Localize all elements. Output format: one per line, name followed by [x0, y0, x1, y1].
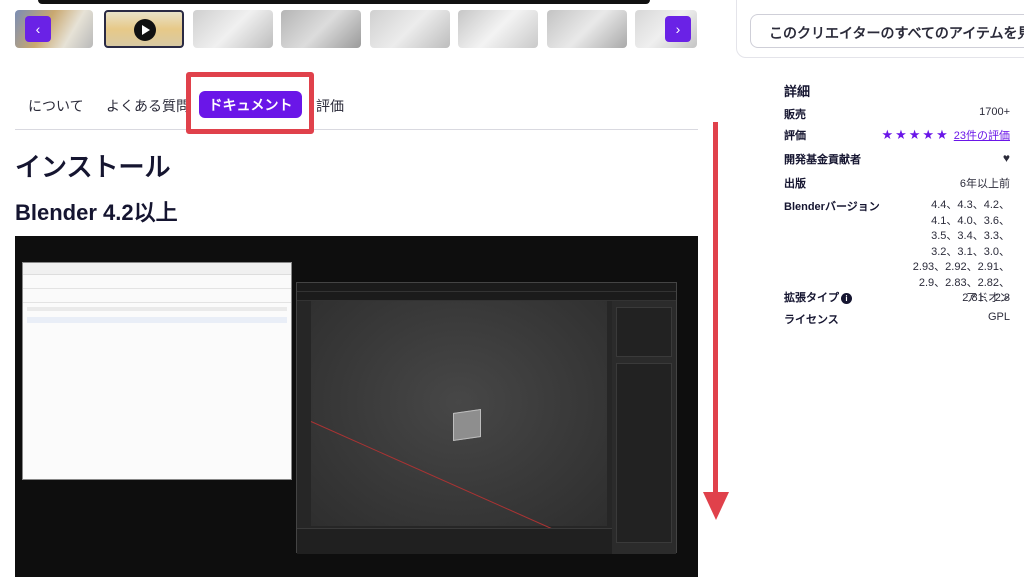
explorer-titlebar [23, 263, 291, 275]
thumbnail[interactable] [193, 10, 273, 48]
chevron-right-icon: › [675, 21, 681, 37]
gallery-prev-button[interactable]: ‹ [25, 16, 51, 42]
blender-window [296, 282, 677, 554]
published-value: 6年以上前 [959, 178, 1010, 190]
annotation-arrow-head [703, 492, 729, 520]
annotation-arrow-shaft [713, 122, 718, 497]
gallery-next-button[interactable]: › [665, 16, 691, 42]
explorer-column-headers [27, 307, 287, 311]
published-label: 出版 [784, 178, 806, 190]
blender-version-label: Blenderバージョン [784, 201, 880, 213]
info-icon[interactable]: i [841, 292, 852, 304]
page-heading: インストール [15, 152, 171, 182]
default-cube [453, 409, 481, 441]
fund-label: 開発基金貢献者 [784, 154, 861, 166]
thumbnail[interactable] [547, 10, 627, 48]
file-explorer-window [22, 262, 292, 480]
view-all-creator-items-button[interactable]: このクリエイターのすべてのアイテムを見る [750, 14, 1024, 48]
tab-about[interactable]: について [28, 96, 84, 116]
extension-type-label: 拡張タイプ i [784, 289, 852, 305]
extension-type-value: アドオン [966, 292, 1010, 304]
blender-viewport [310, 301, 607, 543]
gallery-top-edge [38, 0, 650, 4]
blender-header [297, 292, 676, 301]
section-heading: Blender 4.2以上 [15, 200, 178, 225]
sales-value: 1700+ [979, 106, 1010, 118]
blender-menubar [297, 283, 676, 292]
thumbnail[interactable] [370, 10, 450, 48]
explorer-file-row [27, 317, 287, 323]
license-label: ライセンス [784, 314, 839, 326]
play-icon[interactable] [134, 19, 156, 41]
rating-label: 評価 [784, 130, 806, 142]
blender-properties-panel [612, 301, 676, 554]
thumbnail[interactable] [281, 10, 361, 48]
extension-type-label-text: 拡張タイプ [784, 292, 839, 304]
outliner [616, 307, 672, 357]
rating-value: ★★★★★ 23件の評価 [881, 127, 1010, 143]
explorer-addressbar [23, 275, 291, 289]
thumbnail[interactable] [458, 10, 538, 48]
license-link[interactable]: GPL [988, 311, 1010, 323]
rating-count-link[interactable]: 23件の評価 [954, 130, 1010, 142]
explorer-toolbar [23, 289, 291, 303]
properties [616, 363, 672, 543]
sales-label: 販売 [784, 109, 806, 121]
star-icons: ★★★★★ [881, 127, 950, 142]
install-screenshot [15, 236, 698, 577]
blender-timeline [297, 528, 612, 554]
annotation-highlight-box [186, 72, 314, 134]
heart-icon: ♥ [1002, 151, 1010, 165]
thumbnail-gallery: ‹ › [15, 0, 698, 56]
chevron-left-icon: ‹ [35, 21, 41, 37]
tab-review[interactable]: 評価 [316, 96, 344, 116]
thumbnail-video-selected[interactable] [104, 10, 184, 48]
tab-faq[interactable]: よくある質問 [106, 96, 190, 116]
x-axis-line [310, 421, 582, 543]
content-tabs: について よくある質問 ドキュメント 評価 [15, 88, 698, 130]
details-title: 詳細 [784, 84, 811, 99]
